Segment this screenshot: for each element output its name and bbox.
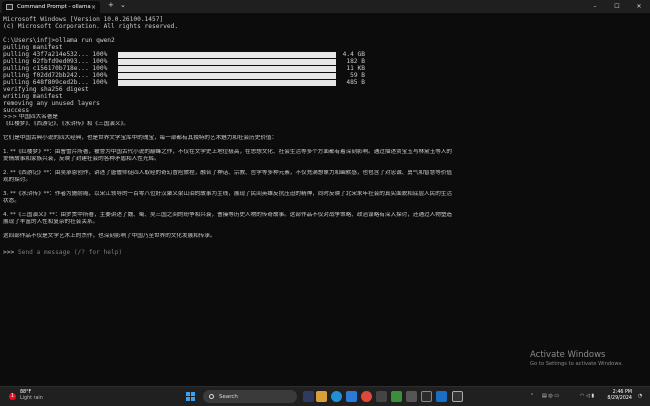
store-icon[interactable] xyxy=(346,391,357,402)
weather-desc: Light rain xyxy=(20,396,43,401)
response-line: 展现了丰富的人性和复杂的社会关系。 xyxy=(3,219,99,225)
weather-alert-badge: 1 xyxy=(9,392,16,400)
activate-windows-subtitle: Go to Settings to activate Windows. xyxy=(530,361,623,367)
title-bar: Command Prompt - ollama × + ⌄ – ☐ ✕ xyxy=(0,0,650,13)
start-button[interactable] xyxy=(186,392,195,401)
terminal-output[interactable]: Microsoft Windows [Version 10.0.26100.14… xyxy=(0,13,650,386)
pull-label: pulling f02dd72bb242... 100% xyxy=(3,72,108,79)
user-prompt-line: >>> 中国四大名著是 xyxy=(3,114,58,120)
task-view-icon[interactable] xyxy=(303,391,314,402)
message-input-placeholder[interactable]: Send a message (/? for help) xyxy=(18,249,122,256)
terminal-taskbar-icon[interactable] xyxy=(421,391,432,402)
taskbar-search[interactable]: Search xyxy=(203,390,297,403)
app-icon-blue[interactable] xyxy=(436,391,447,402)
status-line: removing any unused layers xyxy=(3,100,100,107)
response-line: 1. **《红楼梦》**：由曹雪芹所著，被誉为中国古代小说的巅峰之作，不仅在文学… xyxy=(3,149,453,155)
weather-widget[interactable]: 1 88°F Light rain xyxy=(9,390,43,402)
response-line xyxy=(3,163,643,170)
edge-icon[interactable] xyxy=(331,391,342,402)
response-line: 4. **《三国演义》**：由罗贯中所著，主要讲述了魏、蜀、吴三国之间的纷争和兴… xyxy=(3,212,453,218)
response-line: 爱情故事和家族兴衰，反映了封建社会的各种矛盾和人性光辉。 xyxy=(3,156,160,162)
new-tab-button[interactable]: + xyxy=(108,1,114,9)
response-line: 观的探讨。 xyxy=(3,177,31,183)
pull-label: pulling c156170b718e... 100% xyxy=(3,65,108,72)
response-line xyxy=(3,226,643,233)
message-input-line[interactable]: >>> Send a message (/? for help) xyxy=(3,249,122,256)
header-line: (c) Microsoft Corporation. All rights re… xyxy=(3,23,179,30)
header-line: Microsoft Windows [Version 10.0.26100.14… xyxy=(3,16,164,23)
header-line: C:\Users\infj>ollama run qwen2 xyxy=(3,37,115,44)
app-icon-gray[interactable] xyxy=(406,391,417,402)
pull-progress-bar xyxy=(118,59,336,65)
pull-label: pulling 648f809ced2b... 100% xyxy=(3,79,108,86)
app-icon[interactable] xyxy=(376,391,387,402)
tab-dropdown-icon[interactable]: ⌄ xyxy=(120,1,126,9)
taskbar: 1 88°F Light rain Search ⌃ ▤ ◎ ▭ ◠ ◁ ▮ 2… xyxy=(0,386,650,406)
pull-size: 4.4 GB xyxy=(342,51,365,58)
response-line xyxy=(3,184,643,191)
chrome-icon[interactable] xyxy=(361,391,372,402)
response-line xyxy=(3,240,643,247)
response-line: 3. **《水浒传》**：作者为施耐庵，以宋江领导的一百零八位好汉聚义梁山泊的故… xyxy=(3,191,453,197)
search-icon xyxy=(209,394,214,399)
wifi-icon[interactable]: ◠ ◁ ▮ xyxy=(580,393,594,399)
tab-title: Command Prompt - ollama xyxy=(17,4,91,10)
header-line: pulling manifest xyxy=(3,44,63,51)
app-icon-green[interactable] xyxy=(391,391,402,402)
file-explorer-icon[interactable] xyxy=(316,391,327,402)
clock-date: 8/29/2024 xyxy=(607,396,632,401)
pull-progress-bar xyxy=(118,73,336,79)
response-line: 《红楼梦》、《西游记》、《水浒传》和《三国演义》。 xyxy=(3,121,129,127)
pull-progress-bar xyxy=(118,80,336,86)
tab-command-prompt[interactable]: Command Prompt - ollama × xyxy=(2,1,100,13)
pull-label: pulling 62fbfd9ed093... 100% xyxy=(3,58,108,65)
response-line: 它们是中国古典小说的四大经典，也是世界文学宝库中的瑰宝，每一部都有其独特的艺术魅… xyxy=(3,135,278,141)
response-line: 这四部作品不仅是文学艺术上的杰作，也深刻影响了中国乃至世界的文化发展和传承。 xyxy=(3,233,216,239)
notification-bell-icon[interactable]: ◔ xyxy=(638,393,642,399)
pull-size: 485 B xyxy=(346,79,365,86)
pull-size: 11 KB xyxy=(346,65,365,72)
status-line: writing manifest xyxy=(3,93,63,100)
taskbar-clock[interactable]: 2:46 PM 8/29/2024 xyxy=(607,390,632,402)
pull-label: pulling 43f7a214e532... 100% xyxy=(3,51,108,58)
close-button[interactable]: ✕ xyxy=(628,0,650,13)
input-prompt: >>> xyxy=(3,249,18,256)
minimize-button[interactable]: – xyxy=(584,0,606,13)
chevron-up-icon[interactable]: ⌃ xyxy=(530,393,534,399)
activate-windows-title: Activate Windows xyxy=(530,350,606,360)
search-label: Search xyxy=(219,393,238,400)
pull-progress-bar xyxy=(118,52,336,58)
pull-progress-bar xyxy=(118,66,336,72)
response-line xyxy=(3,205,643,212)
terminal-icon xyxy=(6,4,13,10)
status-line: success xyxy=(3,107,30,114)
tab-close-icon[interactable]: × xyxy=(91,4,96,11)
response-line: 2. **《西游记》**：由吴承恩创作，讲述了唐僧师徒四人取经的奇幻冒险旅程，融… xyxy=(3,170,453,176)
tray-icons[interactable]: ▤ ◎ ▭ xyxy=(542,393,559,399)
command-prompt-taskbar-icon[interactable] xyxy=(452,391,463,402)
pull-size: 182 B xyxy=(346,58,365,65)
response-line xyxy=(3,142,643,149)
status-line: verifying sha256 digest xyxy=(3,86,89,93)
response-line xyxy=(3,128,643,135)
response-line: 状态。 xyxy=(3,198,20,204)
maximize-button[interactable]: ☐ xyxy=(606,0,628,13)
pull-size: 59 B xyxy=(350,72,365,79)
